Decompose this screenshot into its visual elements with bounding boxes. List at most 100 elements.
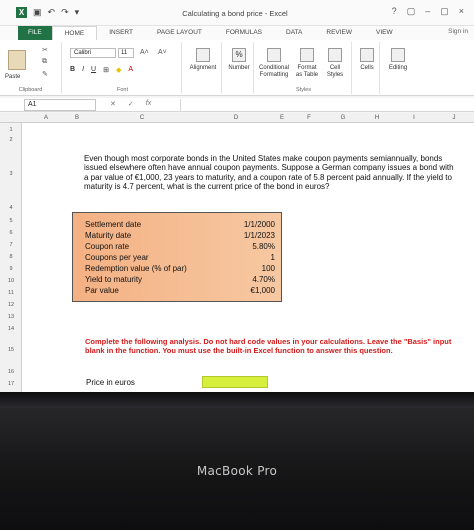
- cells-button[interactable]: Cells: [354, 48, 380, 72]
- price-answer-cell[interactable]: [202, 376, 268, 388]
- enter-icon[interactable]: ✓: [128, 100, 134, 108]
- fill-color-icon[interactable]: ◆: [116, 66, 121, 74]
- input-value[interactable]: 4.70%: [252, 275, 275, 284]
- input-value[interactable]: 5.80%: [252, 242, 275, 251]
- close-button[interactable]: ×: [459, 6, 464, 17]
- tab-home[interactable]: HOME: [51, 26, 98, 40]
- format-table-icon: [300, 48, 314, 62]
- insert-function-icon[interactable]: fx: [146, 100, 151, 108]
- column-header[interactable]: E: [272, 113, 292, 123]
- column-headers: A B C D E F G H I J: [0, 113, 474, 123]
- input-label: Coupon rate: [85, 242, 130, 251]
- paste-icon[interactable]: [8, 50, 26, 70]
- restore-button[interactable]: ▢: [440, 6, 449, 17]
- tab-page-layout[interactable]: PAGE LAYOUT: [145, 26, 214, 40]
- row-header[interactable]: 17: [0, 381, 22, 387]
- number-group: % Number: [224, 42, 254, 94]
- sign-in-link[interactable]: Sign in: [448, 28, 468, 35]
- input-value[interactable]: 1/1/2023: [244, 231, 275, 240]
- grow-font-icon[interactable]: A˄: [140, 49, 149, 56]
- row-header[interactable]: 1: [0, 127, 22, 133]
- column-header[interactable]: A: [22, 113, 70, 123]
- row-header[interactable]: 7: [0, 242, 22, 248]
- ribbon-display-button[interactable]: ▢: [407, 6, 416, 17]
- tab-formulas[interactable]: FORMULAS: [214, 26, 274, 40]
- minimize-button[interactable]: –: [425, 6, 430, 17]
- row-header[interactable]: 15: [0, 347, 22, 353]
- cells-icon: [360, 48, 374, 62]
- help-button[interactable]: ?: [392, 6, 397, 17]
- input-label: Settlement date: [85, 220, 142, 229]
- title-bar: X ▣ ↶ ↷ ▾ Calculating a bond price - Exc…: [0, 0, 474, 26]
- input-value[interactable]: 100: [262, 264, 275, 273]
- tab-view[interactable]: VIEW: [364, 26, 405, 40]
- column-header[interactable]: I: [394, 113, 434, 123]
- font-group-label: Font: [116, 87, 128, 93]
- binoculars-icon: [391, 48, 405, 62]
- italic-button[interactable]: I: [82, 66, 84, 74]
- excel-logo-icon: X: [16, 7, 27, 18]
- borders-icon[interactable]: ⊞: [103, 66, 109, 74]
- row-header[interactable]: 14: [0, 326, 22, 332]
- row-header[interactable]: 9: [0, 266, 22, 272]
- conditional-formatting-button[interactable]: Conditional Formatting: [256, 48, 292, 79]
- copy-icon[interactable]: ⧉: [42, 58, 47, 66]
- row-header[interactable]: 3: [0, 171, 22, 177]
- font-color-icon[interactable]: A: [128, 66, 133, 74]
- row-header[interactable]: 11: [0, 290, 22, 296]
- cell-styles-button[interactable]: Cell Styles: [322, 48, 348, 79]
- customize-qat-icon[interactable]: ▾: [75, 7, 80, 18]
- save-icon[interactable]: ▣: [33, 7, 42, 18]
- input-value[interactable]: 1/1/2000: [244, 220, 275, 229]
- shrink-font-icon[interactable]: A˅: [158, 49, 167, 56]
- editing-button[interactable]: Editing: [382, 48, 414, 72]
- tab-data[interactable]: DATA: [274, 26, 314, 40]
- row-header[interactable]: 2: [0, 137, 22, 143]
- row-header[interactable]: 12: [0, 302, 22, 308]
- alignment-button[interactable]: Alignment: [186, 48, 220, 72]
- row-header[interactable]: 4: [0, 205, 22, 211]
- cell-styles-label: Cell Styles: [326, 65, 344, 78]
- underline-button[interactable]: U: [91, 66, 96, 74]
- cut-icon[interactable]: ✂: [42, 46, 48, 54]
- font-size-select[interactable]: 11: [118, 48, 134, 58]
- number-button[interactable]: % Number: [224, 48, 254, 72]
- laptop-bezel: MacBook Pro: [0, 392, 474, 530]
- percent-icon: %: [232, 48, 246, 62]
- formula-input[interactable]: [180, 99, 474, 111]
- window-title: Calculating a bond price - Excel: [182, 9, 288, 18]
- row-headers: 1 2 3 4 5 6 7 8 9 10 11 12 13 14 15 16 1…: [0, 123, 22, 392]
- font-name-select[interactable]: Calibri: [70, 48, 116, 58]
- row-header[interactable]: 8: [0, 254, 22, 260]
- input-value[interactable]: €1,000: [251, 286, 275, 295]
- cells-label: Cells: [360, 65, 374, 71]
- format-as-table-button[interactable]: Format as Table: [294, 48, 320, 79]
- row-header[interactable]: 13: [0, 314, 22, 320]
- column-header[interactable]: H: [360, 113, 394, 123]
- input-value[interactable]: 1: [271, 253, 275, 262]
- row-header[interactable]: 16: [0, 369, 22, 375]
- inputs-table: Settlement date 1/1/2000 Maturity date 1…: [72, 212, 282, 302]
- column-header[interactable]: D: [200, 113, 272, 123]
- question-text: Even though most corporate bonds in the …: [84, 154, 454, 192]
- tab-file[interactable]: FILE: [18, 26, 52, 40]
- bold-button[interactable]: B: [70, 66, 75, 74]
- name-box[interactable]: A1: [24, 99, 96, 111]
- row-header[interactable]: 5: [0, 218, 22, 224]
- redo-icon[interactable]: ↷: [61, 7, 69, 18]
- column-header[interactable]: G: [326, 113, 360, 123]
- paste-button[interactable]: Paste: [5, 74, 20, 80]
- row-header[interactable]: 6: [0, 230, 22, 236]
- tab-insert[interactable]: INSERT: [97, 26, 145, 40]
- cancel-icon[interactable]: ✕: [110, 100, 116, 108]
- column-header[interactable]: F: [292, 113, 326, 123]
- input-label: Yield to maturity: [85, 275, 143, 284]
- column-header[interactable]: J: [434, 113, 474, 123]
- row-header[interactable]: 10: [0, 278, 22, 284]
- undo-icon[interactable]: ↶: [48, 7, 56, 18]
- worksheet-grid[interactable]: A B C D E F G H I J 1 2 3 4 5 6 7 8 9 10…: [0, 113, 474, 392]
- column-header[interactable]: B: [70, 113, 84, 123]
- format-painter-icon[interactable]: ✎: [42, 70, 48, 78]
- column-header[interactable]: C: [84, 113, 200, 123]
- tab-review[interactable]: REVIEW: [314, 26, 364, 40]
